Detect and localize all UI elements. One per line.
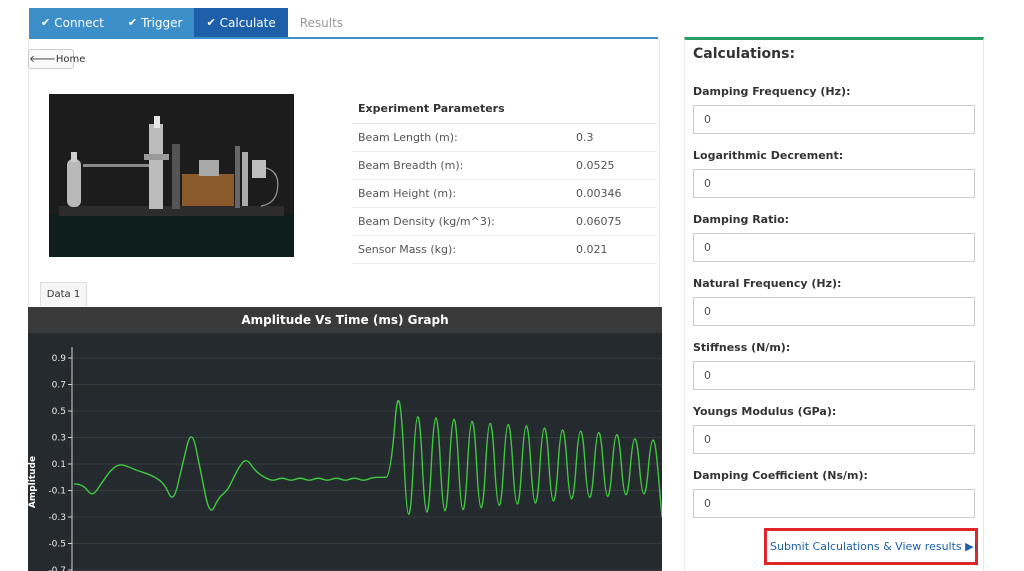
- chart-svg: 0.9 0.7 0.5 0.3 0.1 -0.1 -0.3 -0.5 -0.7 Amplitude: [28, 347, 662, 571]
- damping-coefficient-input[interactable]: [693, 489, 975, 518]
- y-axis-label: Amplitude: [28, 456, 38, 508]
- logarithmic-decrement-input[interactable]: [693, 169, 975, 198]
- check-icon: ✔: [127, 16, 138, 29]
- tab-results[interactable]: Results: [288, 8, 355, 38]
- damping-coefficient-label: Damping Coefficient (Ns/m):: [693, 469, 868, 482]
- y-tick-label: 0.3: [52, 434, 66, 444]
- damping-frequency-label: Damping Frequency (Hz):: [693, 85, 851, 98]
- param-value: 0.3: [570, 123, 657, 152]
- apparatus-illustration: [49, 94, 294, 257]
- damping-ratio-input[interactable]: [693, 233, 975, 262]
- youngs-modulus-label: Youngs Modulus (GPa):: [693, 405, 837, 418]
- amplitude-chart: 0.9 0.7 0.5 0.3 0.1 -0.1 -0.3 -0.5 -0.7 Amplitude…: [28, 307, 662, 571]
- param-label: Beam Breadth (m):: [352, 151, 570, 180]
- home-button-label: Home: [55, 54, 86, 65]
- page: ✔ Connect ✔ Trigger ✔ Calculate Results …: [0, 0, 1024, 571]
- logarithmic-decrement-label: Logarithmic Decrement:: [693, 149, 844, 162]
- chart-title: Amplitude Vs Time (ms) Graph: [28, 307, 662, 333]
- y-tick-label: 0.9: [52, 354, 67, 364]
- param-label: Beam Height (m):: [352, 179, 570, 208]
- y-tick-label: -0.7: [48, 566, 66, 571]
- check-icon: ✔: [41, 16, 51, 29]
- y-tick-label: -0.3: [48, 513, 66, 523]
- param-value: 0.00346: [570, 179, 657, 208]
- tab-calculate-label: Calculate: [219, 16, 276, 30]
- damping-frequency-input[interactable]: [693, 105, 975, 134]
- tab-trigger[interactable]: ✔ Trigger: [115, 8, 195, 38]
- tab-trigger-label: Trigger: [141, 16, 183, 30]
- table-row: Beam Breadth (m): 0.0525: [352, 151, 657, 180]
- series-line: [73, 399, 662, 518]
- table-row: Beam Height (m): 0.00346: [352, 179, 657, 208]
- stiffness-label: Stiffness (N/m):: [693, 341, 791, 354]
- tab-connect-label: Connect: [54, 16, 104, 30]
- experiment-parameters-table: Experiment Parameters Beam Length (m): 0…: [352, 94, 657, 264]
- table-header: Experiment Parameters: [352, 94, 657, 124]
- stiffness-input[interactable]: [693, 361, 975, 390]
- param-label: Beam Length (m):: [352, 123, 570, 152]
- calculations-title: Calculations:: [693, 46, 796, 62]
- home-button[interactable]: 🡐Home: [28, 49, 85, 69]
- table-header-row: Experiment Parameters: [352, 94, 657, 124]
- y-tick-label: -0.1: [48, 487, 66, 497]
- param-label: Beam Density (kg/m^3):: [352, 207, 570, 236]
- apparatus-photo: [49, 94, 294, 257]
- param-label: Sensor Mass (kg):: [352, 235, 570, 264]
- param-value: 0.0525: [570, 151, 657, 180]
- step-forward-icon: ▶|: [965, 540, 978, 553]
- natural-frequency-input[interactable]: [693, 297, 975, 326]
- wizard-tabs: ✔ Connect ✔ Trigger ✔ Calculate Results: [29, 8, 355, 38]
- arrow-left-icon: 🡐: [29, 54, 56, 65]
- tab-calculate[interactable]: ✔ Calculate: [194, 8, 288, 38]
- check-icon: ✔: [206, 16, 216, 29]
- submit-calculations-button[interactable]: Submit Calculations & View results ▶|: [770, 532, 978, 561]
- y-tick-label: 0.7: [52, 381, 66, 391]
- submit-button-label: Submit Calculations & View results: [770, 540, 962, 553]
- tab-connect[interactable]: ✔ Connect: [29, 8, 116, 38]
- y-tick-label: -0.5: [48, 540, 66, 550]
- tab-data-1[interactable]: Data 1: [40, 282, 87, 306]
- table-row: Beam Density (kg/m^3): 0.06075: [352, 207, 657, 236]
- table-row: Sensor Mass (kg): 0.021: [352, 235, 657, 264]
- tab-results-label: Results: [299, 16, 344, 30]
- y-tick-label: 0.5: [52, 407, 66, 417]
- damping-ratio-label: Damping Ratio:: [693, 213, 790, 226]
- param-value: 0.06075: [570, 207, 657, 236]
- natural-frequency-label: Natural Frequency (Hz):: [693, 277, 842, 290]
- param-value: 0.021: [570, 235, 657, 264]
- table-row: Beam Length (m): 0.3: [352, 123, 657, 152]
- y-tick-label: 0.1: [52, 460, 66, 470]
- youngs-modulus-input[interactable]: [693, 425, 975, 454]
